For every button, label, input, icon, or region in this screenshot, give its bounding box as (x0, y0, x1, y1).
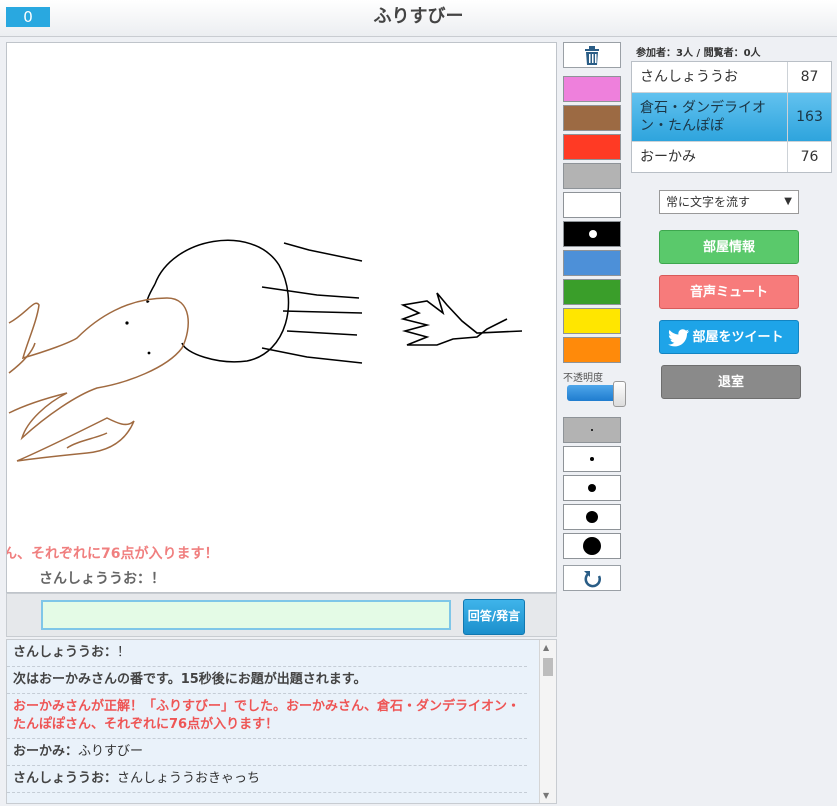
player-row: さんしょううお 87 (632, 62, 831, 93)
pen-size-button[interactable] (563, 417, 621, 443)
twitter-bird-icon (668, 329, 690, 347)
color-swatch[interactable] (563, 308, 621, 334)
answer-submit-button[interactable]: 回答/発言 (463, 599, 525, 635)
tweet-room-button[interactable]: 部屋をツイート (659, 320, 799, 354)
pen-size-button[interactable] (563, 504, 621, 530)
player-score: 87 (800, 69, 819, 85)
page-title: ふりすびー (373, 6, 464, 27)
scroll-mode-select[interactable]: 常に文字を流す ▼ (659, 190, 799, 214)
chevron-down-icon: ▼ (784, 196, 792, 207)
player-score: 163 (796, 109, 823, 125)
chat-scrollbar[interactable]: ▲ ▼ (539, 640, 556, 803)
pen-size-dot (590, 457, 594, 461)
pen-size-button[interactable] (563, 446, 621, 472)
color-swatch[interactable] (563, 279, 621, 305)
opacity-label: 不透明度 (563, 373, 603, 384)
flash-message: ん、それぞれに76点が入ります！ (6, 546, 219, 562)
player-name: おーかみ (632, 142, 788, 172)
log-item: おーかみさんが正解！「ふりすびー」でした。おーかみさん、倉石・ダンデライオン・た… (7, 694, 527, 739)
log-item: 次はおーかみさんの番です。15秒後にお題が出題されます。 (7, 667, 527, 694)
trash-icon (585, 46, 599, 65)
player-name: 倉石・ダンデライオン・たんぽぽ (632, 93, 788, 141)
pen-size-dot (583, 537, 601, 555)
pen-size-dot (591, 429, 593, 431)
player-row-active: 倉石・ダンデライオン・たんぽぽ 163 (632, 93, 831, 142)
player-score: 76 (800, 149, 819, 165)
log-item: さんしょううお：さんしょううおきゃっち (7, 766, 527, 793)
pen-size-button[interactable] (563, 533, 621, 559)
color-swatch[interactable] (563, 221, 621, 247)
header: 0 ふりすびー (0, 0, 837, 37)
log-item: おーかみ：ふりすびー (7, 739, 527, 766)
answer-bar: 回答/発言 (6, 593, 557, 637)
scroll-up-icon[interactable]: ▲ (543, 643, 549, 652)
scroll-down-icon[interactable]: ▼ (543, 791, 549, 800)
pen-size-dot (588, 484, 596, 492)
opacity-slider-handle[interactable] (613, 381, 626, 407)
color-swatch[interactable] (563, 76, 621, 102)
log-item: さんしょううお：！ (7, 640, 527, 667)
mute-button[interactable]: 音声ミュート (659, 275, 799, 309)
player-row: おーかみ 76 (632, 142, 831, 172)
color-swatch[interactable] (563, 192, 621, 218)
pen-size-button[interactable] (563, 475, 621, 501)
pen-size-dot (586, 511, 598, 523)
color-swatch[interactable] (563, 134, 621, 160)
flash-speaker: さんしょううお：！ (39, 571, 165, 587)
clear-canvas-button[interactable] (563, 42, 621, 68)
exit-room-button[interactable]: 退室 (661, 365, 801, 399)
chat-log[interactable]: さんしょううお：！ 次はおーかみさんの番です。15秒後にお題が出題されます。 お… (6, 639, 557, 804)
drawing-strokes (8, 239, 523, 462)
undo-button[interactable] (563, 565, 621, 591)
color-swatch[interactable] (563, 105, 621, 131)
players-count: 参加者：3人 / 閲覧者：0人 (636, 48, 761, 59)
player-name: さんしょううお (632, 62, 788, 92)
color-swatch[interactable] (563, 163, 621, 189)
room-info-button[interactable]: 部屋情報 (659, 230, 799, 264)
drawing-canvas[interactable]: ん、それぞれに76点が入ります！ さんしょううお：！ (6, 42, 557, 593)
scroll-thumb[interactable] (543, 658, 553, 676)
color-swatch[interactable] (563, 337, 621, 363)
answer-input[interactable] (41, 600, 451, 630)
selected-color-indicator (589, 230, 597, 238)
players-list: さんしょううお 87 倉石・ダンデライオン・たんぽぽ 163 おーかみ 76 (631, 61, 832, 173)
undo-icon (584, 571, 601, 588)
color-swatch[interactable] (563, 250, 621, 276)
